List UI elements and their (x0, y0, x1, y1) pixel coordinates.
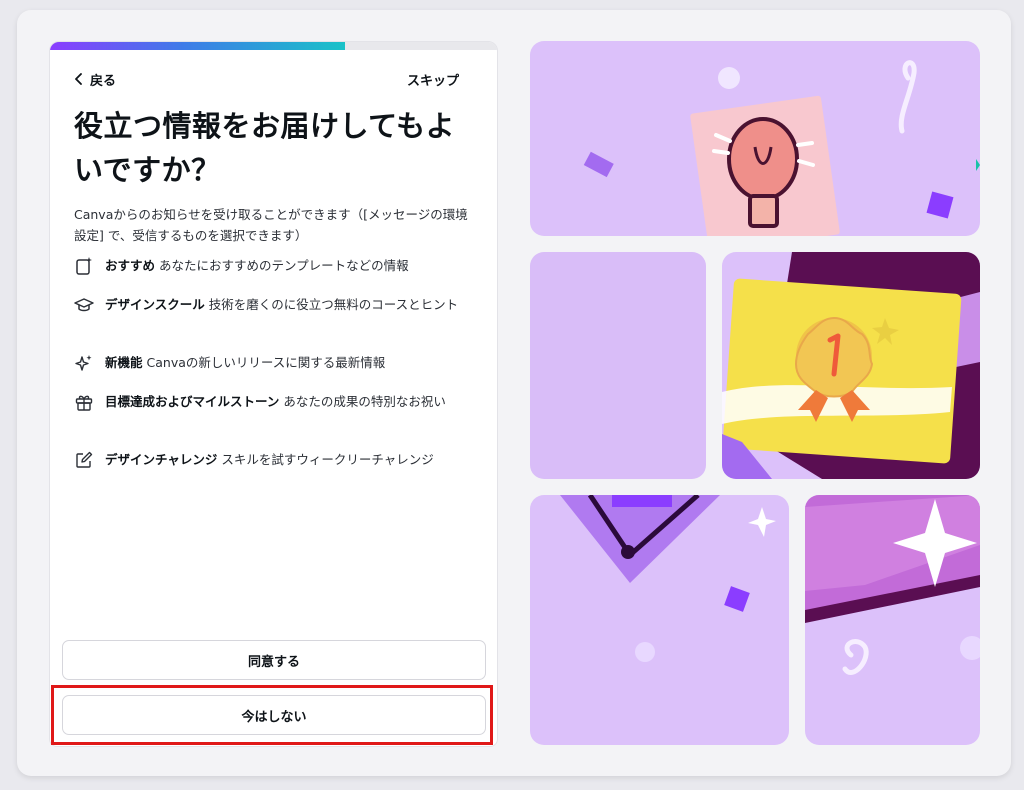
feature-title: デザインチャレンジ (105, 452, 218, 467)
chevron-left-icon (75, 73, 82, 85)
feature-text: Canvaの新しいリリースに関する最新情報 (146, 355, 386, 370)
sparkles-icon (74, 353, 94, 373)
award-card-illustration (722, 252, 980, 479)
feature-title: 新機能 (105, 355, 143, 370)
graduation-cap-icon (74, 295, 94, 315)
page-title: 役立つ情報をお届けしてもよいですか？ (74, 109, 456, 187)
feature-list: おすすめ あなたにおすすめのテンプレートなどの情報 デザインスクール 技術を磨くのに… (74, 256, 474, 489)
illustration-plain-tile (530, 252, 706, 479)
agree-button[interactable]: 同意する (62, 640, 486, 680)
back-button[interactable]: 戻る (74, 70, 116, 89)
feature-item-design-challenge: デザインチャレンジ スキルを試すウィークリーチャレンジ (74, 450, 474, 489)
feature-item-new-features: 新機能 Canvaの新しいリリースに関する最新情報 (74, 353, 474, 392)
description-text: Canvaからのお知らせを受け取ることができます（[メッセージの環境設定] で、… (74, 207, 468, 243)
feature-title: 目標達成およびマイルストーン (105, 394, 280, 409)
illustration-confetti-tile (530, 495, 789, 745)
top-nav: 戻る スキップ (74, 69, 459, 89)
feature-text: 技術を磨くのに役立つ無料のコースとヒント (208, 297, 459, 312)
pencil-edit-icon (74, 450, 94, 470)
preferences-panel: 戻る スキップ 役立つ情報をお届けしてもよいですか？ Canvaからのお知らせを… (49, 41, 498, 747)
illustration-lightbulb-tile (530, 41, 980, 236)
feature-item-milestones: 目標達成およびマイルストーン あなたの成果の特別なお祝い (74, 392, 474, 450)
feature-text: あなたにおすすめのテンプレートなどの情報 (159, 258, 409, 273)
not-now-button[interactable]: 今はしない (62, 695, 486, 735)
back-label: 戻る (90, 73, 117, 89)
feature-title: おすすめ (105, 258, 156, 273)
illustration-sparkle-tile (805, 495, 980, 745)
lightbulb-illustration (583, 60, 980, 236)
feature-text: スキルを試すウィークリーチャレンジ (221, 452, 434, 467)
confetti-illustration (560, 495, 776, 662)
gift-icon (74, 392, 94, 412)
progress-bar-fill (50, 42, 346, 50)
sparkle-page-icon (74, 256, 94, 276)
feature-text: あなたの成果の特別なお祝い (283, 394, 446, 409)
sparkle-illustration (805, 495, 980, 675)
feature-item-recommended: おすすめ あなたにおすすめのテンプレートなどの情報 (74, 256, 474, 295)
illustration-award-card-tile (722, 252, 980, 479)
skip-button[interactable]: スキップ (407, 70, 459, 89)
feature-title: デザインスクール (105, 297, 205, 312)
feature-item-design-school: デザインスクール 技術を磨くのに役立つ無料のコースとヒント (74, 295, 474, 353)
progress-bar (50, 42, 497, 50)
